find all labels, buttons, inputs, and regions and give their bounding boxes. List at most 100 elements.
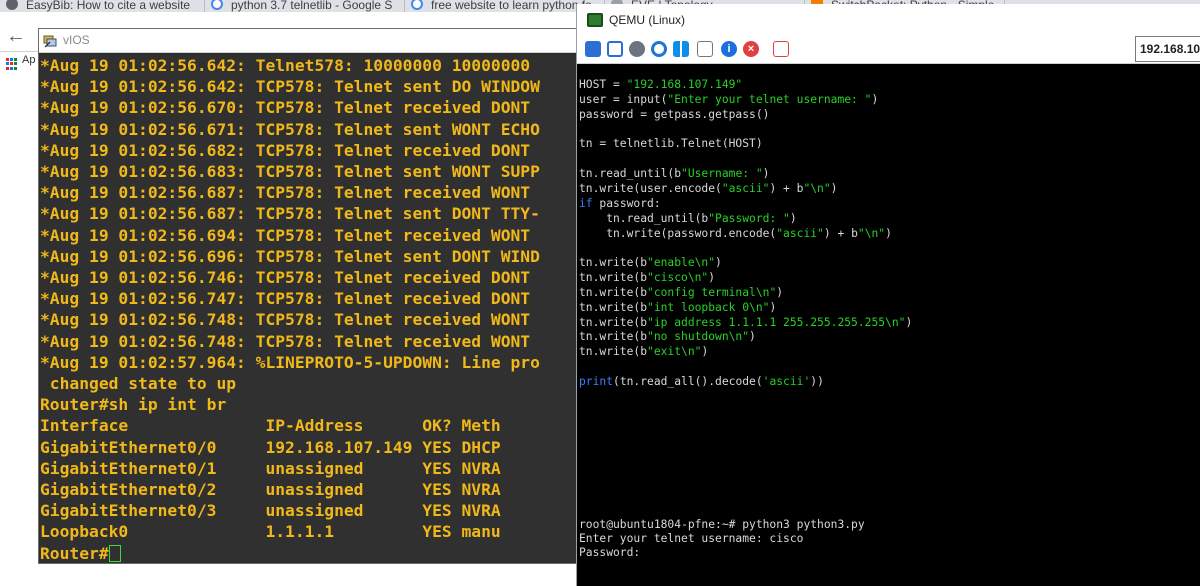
terminal-line: changed state to up — [40, 374, 237, 393]
code-line: HOST = "192.168.107.149" — [579, 77, 742, 92]
fullscreen-icon[interactable] — [607, 41, 623, 57]
terminal-line: *Aug 19 01:02:56.696: TCP578: Telnet sen… — [40, 246, 540, 266]
qemu-console-screen[interactable]: HOST = "192.168.107.149" user = input("En… — [577, 64, 1200, 586]
globe-icon — [6, 0, 18, 10]
settings-icon[interactable] — [629, 41, 645, 57]
code-string: "ip address 1.1.1.1 255.255.255.255\n" — [647, 315, 906, 329]
code-token: (tn.read_all().decode( — [613, 375, 763, 388]
gear-cluster-icon[interactable] — [585, 41, 601, 57]
back-arrow-icon[interactable]: ← — [6, 26, 26, 46]
shell-line: Password: — [579, 546, 641, 559]
terminal-line: *Aug 19 01:02:56.687: TCP578: Telnet rec… — [40, 183, 531, 203]
code-token: ) — [749, 330, 756, 344]
terminal-line: *Aug 19 01:02:56.747: TCP578: Telnet rec… — [40, 289, 531, 309]
address-field[interactable]: 192.168.10 — [1135, 36, 1200, 62]
terminal-line: *Aug 19 01:02:56.683: TCP578: Telnet sen… — [40, 162, 540, 181]
code-string: "\n" — [803, 181, 831, 195]
code-string: "ascii" — [776, 226, 824, 240]
code-string: "Password: " — [708, 211, 790, 225]
terminal-line: Loopback0 1.1.1.1 YES manu — [40, 522, 501, 542]
code-token: ) — [885, 226, 892, 240]
code-line: tn.write(b"config terminal\n") — [579, 285, 783, 300]
code-token: password = getpass.getpass() — [579, 107, 770, 121]
shell-line: Enter your telnet username: cisco — [579, 532, 804, 545]
tab-label: free website to learn python fo — [431, 0, 592, 12]
refresh-icon[interactable] — [651, 41, 667, 57]
google-icon — [211, 0, 223, 10]
putty-icon — [43, 35, 57, 48]
code-string: "Username: " — [681, 167, 763, 181]
code-token: password: — [592, 196, 661, 210]
code-token: tn.write(b — [579, 271, 648, 285]
code-keyword: print — [579, 375, 614, 388]
usb-icon[interactable] — [697, 41, 713, 57]
terminal-line: *Aug 19 01:02:56.642: Telnet578: 1000000… — [40, 56, 531, 75]
code-line: tn.write(b"enable\n") — [579, 255, 722, 270]
code-string: "no shutdown\n" — [647, 330, 750, 344]
code-token: ) — [769, 300, 777, 314]
close-icon[interactable]: × — [743, 41, 759, 57]
code-line: tn.write(b"cisco\n") — [579, 270, 715, 285]
terminal-line: *Aug 19 01:02:56.671: TCP578: Telnet sen… — [40, 119, 540, 139]
qemu-window[interactable]: QEMU (Linux) i × 192.168.10 HOST = "192.… — [576, 4, 1200, 586]
terminal-output[interactable]: *Aug 19 01:02:56.642: Telnet578: 1000000… — [40, 55, 577, 563]
code-string: "192.168.107.149" — [626, 78, 743, 91]
code-token: tn.write(b — [579, 330, 648, 344]
terminal-prompt: Router# — [40, 543, 109, 563]
browser-tab-learn-python[interactable]: free website to learn python fo — [405, 0, 605, 12]
terminal-line: Interface IP-Address OK? Meth — [40, 416, 501, 436]
code-token: ) — [701, 345, 709, 359]
info-icon[interactable]: i — [721, 41, 737, 57]
terminal-line: *Aug 19 01:02:56.642: TCP578: Telnet sen… — [40, 77, 540, 97]
code-token: user = input( — [579, 92, 668, 106]
code-token: ) — [776, 285, 784, 299]
terminal-line: GigabitEthernet0/3 unassigned YES NVRA — [40, 501, 501, 521]
code-string: 'ascii' — [762, 375, 811, 388]
code-token: )) — [810, 375, 824, 388]
code-token: tn.write(password.encode( — [579, 226, 777, 240]
code-string: "config terminal\n" — [647, 285, 777, 299]
code-keyword: if — [579, 196, 593, 210]
vios-console-window[interactable]: vIOS *Aug 19 01:02:56.642: Telnet578: 10… — [38, 28, 578, 564]
window-title: vIOS — [63, 33, 90, 47]
bookmarks-bar: Ap — [0, 52, 40, 72]
code-line: tn.write(user.encode("ascii") + b"\n") — [579, 181, 837, 196]
terminal-prompt-line[interactable]: Router# — [40, 543, 121, 563]
file-transfer-icon[interactable] — [773, 41, 789, 57]
terminal-line: *Aug 19 01:02:56.682: TCP578: Telnet rec… — [40, 140, 531, 160]
terminal-line: *Aug 19 01:02:56.694: TCP578: Telnet rec… — [40, 225, 531, 245]
code-token: ) — [789, 211, 797, 225]
code-line: tn = telnetlib.Telnet(HOST) — [579, 136, 763, 151]
apps-grid-icon[interactable] — [6, 58, 18, 70]
desktop: EasyBib: How to cite a website python 3.… — [0, 0, 1200, 586]
tab-label: python 3.7 telnetlib - Google S — [231, 0, 393, 12]
code-token: tn.read_until(b — [579, 167, 682, 181]
browser-tab-easybib[interactable]: EasyBib: How to cite a website — [0, 0, 205, 12]
terminal-line: *Aug 19 01:02:56.748: TCP578: Telnet rec… — [40, 310, 531, 330]
code-line: tn.read_until(b"Username: ") — [579, 166, 769, 181]
code-token: ) + b — [823, 226, 858, 240]
code-token: ) — [708, 271, 716, 285]
terminal-line: GigabitEthernet0/0 192.168.107.149 YES D… — [40, 437, 501, 457]
vios-title-bar[interactable]: vIOS — [39, 29, 577, 53]
code-token: tn.write(b — [579, 256, 648, 270]
code-line: tn.write(b"ip address 1.1.1.1 255.255.25… — [579, 315, 912, 330]
code-token: ) — [762, 167, 770, 181]
shell-line: root@ubuntu1804-pfne:~# python3 python3.… — [579, 518, 865, 531]
bookmarks-apps-label[interactable]: Ap — [22, 54, 35, 66]
terminal-line: *Aug 19 01:02:56.746: TCP578: Telnet rec… — [40, 268, 531, 287]
qemu-title-bar[interactable]: QEMU (Linux) — [577, 4, 1200, 36]
code-token: ) — [830, 181, 838, 195]
code-string: "exit\n" — [647, 345, 702, 359]
qemu-toolbar: i × — [577, 36, 1200, 64]
windows-icon[interactable] — [673, 41, 689, 57]
code-line: tn.write(b"exit\n") — [579, 344, 708, 359]
terminal-line: *Aug 19 01:02:57.964: %LINEPROTO-5-UPDOW… — [40, 352, 540, 372]
code-token: tn.write(b — [579, 300, 648, 314]
code-string: "ascii" — [721, 181, 770, 195]
code-line: tn.write(password.encode("ascii") + b"\n… — [579, 226, 892, 241]
code-token: ) — [905, 315, 913, 329]
window-title: QEMU (Linux) — [609, 13, 686, 27]
browser-tab-telnetlib-search[interactable]: python 3.7 telnetlib - Google S — [205, 0, 405, 12]
code-token: tn.write(b — [579, 285, 648, 299]
